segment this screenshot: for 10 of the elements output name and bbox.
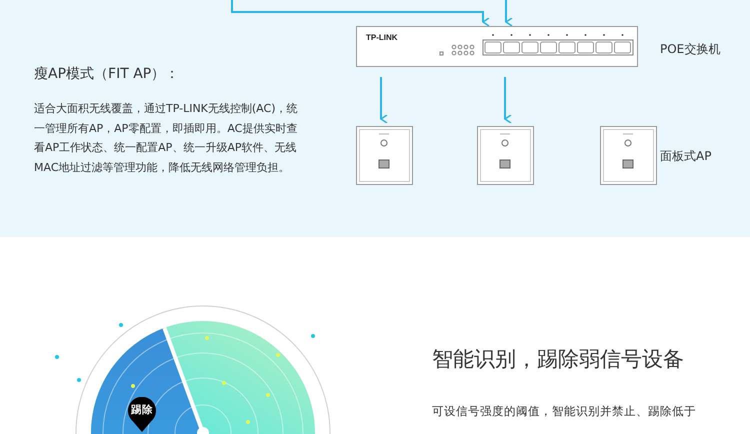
ap-label: 面板式AP bbox=[660, 148, 712, 165]
section-description: 可设信号强度的阈值，智能识别并禁止、踢除低于 bbox=[432, 403, 696, 420]
panel-ap-drawing bbox=[600, 126, 657, 185]
switch-brand: TP-LINK bbox=[366, 33, 398, 42]
switch-label: POE交换机 bbox=[660, 41, 720, 58]
panel-ap-drawing bbox=[477, 126, 534, 185]
panel-ap-drawing bbox=[356, 126, 413, 185]
section-title: 瘦AP模式（FIT AP）： bbox=[34, 66, 180, 83]
section-heading: 智能识别，踢除弱信号设备 bbox=[432, 347, 684, 372]
section-description: 适合大面积无线覆盖，通过TP-LINK无线控制(AC)，统一管理所有AP，AP零配置，即插即用。AC提供实时查看AP工作状态、统一配置AP、统一升级AP软件、无线MAC地址过滤等管理功能，降低无线网络管理负担。 bbox=[34, 101, 298, 176]
